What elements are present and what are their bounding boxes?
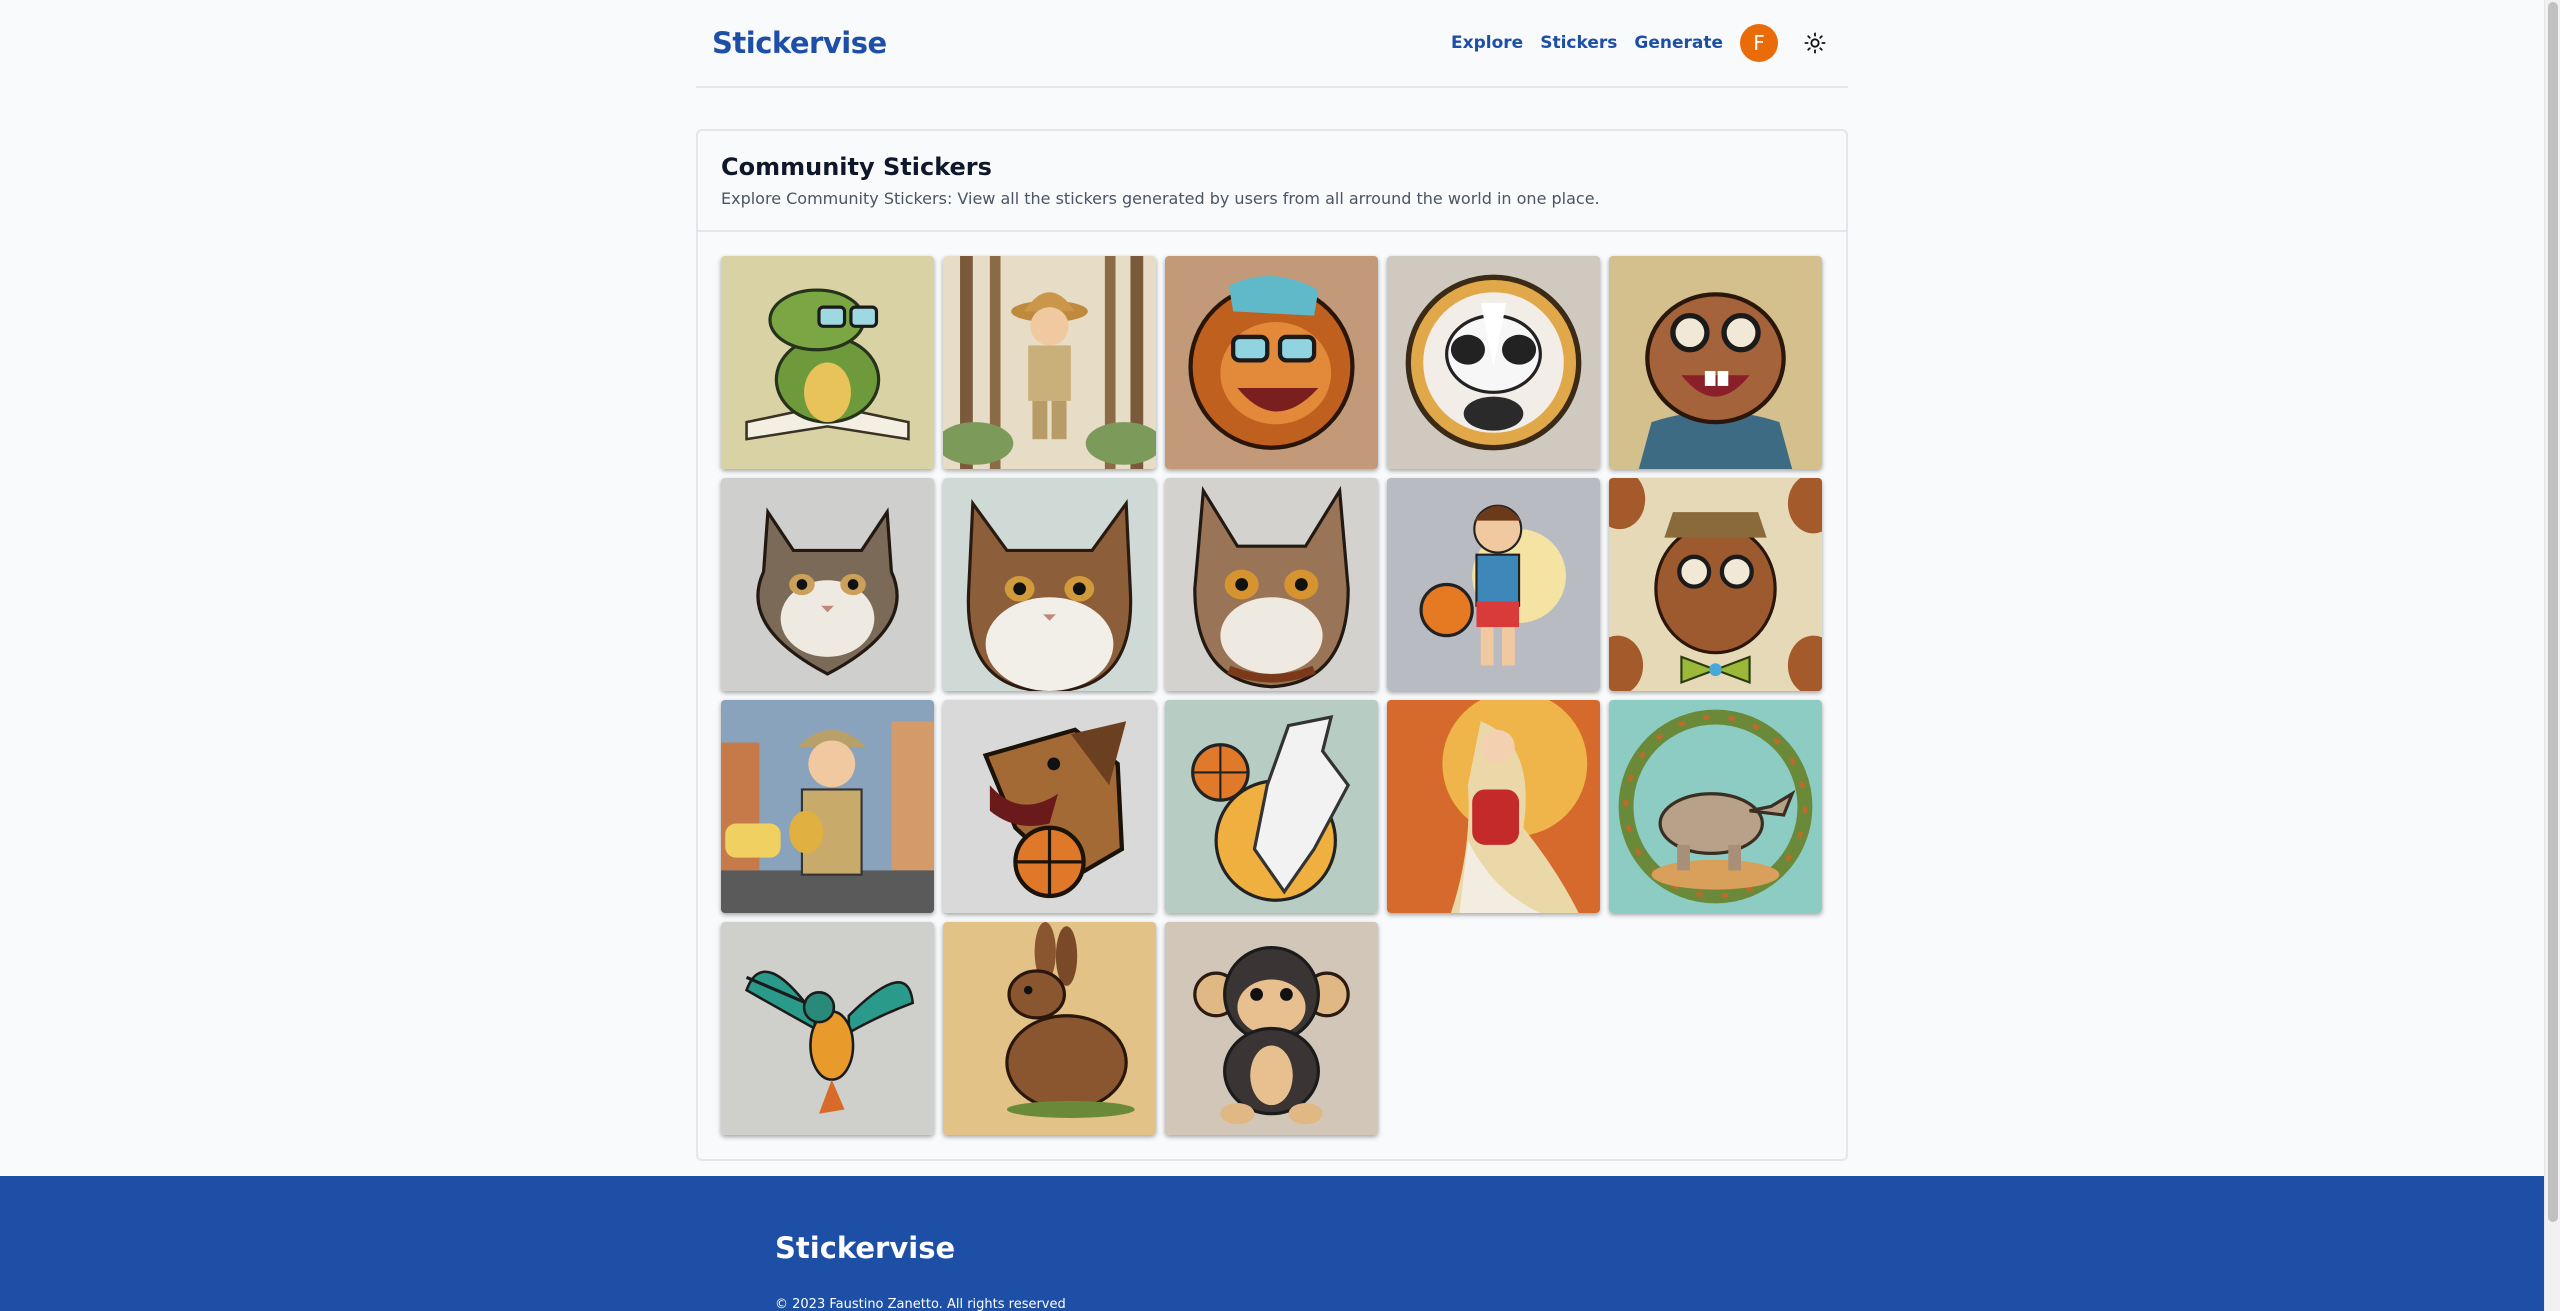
sticker-card[interactable] [1609,700,1822,913]
page-title: Community Stickers [721,153,992,181]
theme-toggle-button[interactable] [1798,26,1832,60]
sticker-card[interactable] [1165,922,1378,1135]
sticker-card[interactable] [1387,256,1600,469]
monkey-sticker [1165,922,1378,1135]
footer-copyright: © 2023 Faustino Zanetto. All rights rese… [775,1297,1066,1311]
sticker-card[interactable] [943,256,1156,469]
woman-art-nouveau-sticker [1387,700,1600,913]
sticker-card[interactable] [721,700,934,913]
page-description: Explore Community Stickers: View all the… [721,189,1600,208]
sticker-card[interactable] [1165,478,1378,691]
sticker-card[interactable] [943,478,1156,691]
sticker-card[interactable] [1609,256,1822,469]
sticker-card[interactable] [721,256,934,469]
dog-basketball-sticker [943,700,1156,913]
vertical-scrollbar[interactable] [2544,0,2560,1311]
sticker-card[interactable] [1165,700,1378,913]
boy-basketball-sticker [1387,478,1600,691]
lion-with-glasses-sticker [1165,256,1378,469]
sticker-card[interactable] [943,922,1156,1135]
rhino-wreath-sticker [1609,700,1822,913]
top-navbar: Stickervise Explore Stickers Generate F [696,0,1848,88]
cat-with-collar-sticker [1165,478,1378,691]
page: Stickervise Explore Stickers Generate F [0,0,2544,1311]
beaver-with-glasses-sticker [1609,256,1822,469]
boy-scout-forest-sticker [943,256,1156,469]
beaver-bowtie-pattern-sticker [1609,478,1822,691]
sticker-card[interactable] [1609,478,1822,691]
wolf-basketball-sticker [1165,700,1378,913]
sticker-card[interactable] [721,922,934,1135]
sticker-card[interactable] [943,700,1156,913]
fluffy-cat-sticker [721,478,934,691]
nav-stickers-link[interactable]: Stickers [1540,33,1617,53]
tabby-cat-portrait-sticker [943,478,1156,691]
scrollbar-thumb[interactable] [2548,2,2558,1222]
sticker-card[interactable] [1165,256,1378,469]
site-footer: Stickervise © 2023 Faustino Zanetto. All… [0,1176,2544,1311]
boy-city-street-sticker [721,700,934,913]
site-logo[interactable]: Stickervise [712,26,887,60]
skunk-badge-sticker [1387,256,1600,469]
sun-icon [1804,32,1826,54]
nav-generate-link[interactable]: Generate [1634,33,1723,53]
card-header: Community Stickers Explore Community Sti… [698,131,1846,232]
community-stickers-card: Community Stickers Explore Community Sti… [696,129,1848,1161]
sticker-card[interactable] [721,478,934,691]
crocodile-reading-book-sticker [721,256,934,469]
main-nav: Explore Stickers Generate F [1434,24,1832,62]
sticker-card[interactable] [1387,478,1600,691]
hummingbird-sticker [721,922,934,1135]
sticker-card[interactable] [1387,700,1600,913]
rabbit-sticker [943,922,1156,1135]
user-avatar[interactable]: F [1740,24,1778,62]
nav-explore-link[interactable]: Explore [1451,33,1523,53]
footer-logo[interactable]: Stickervise [775,1231,955,1265]
